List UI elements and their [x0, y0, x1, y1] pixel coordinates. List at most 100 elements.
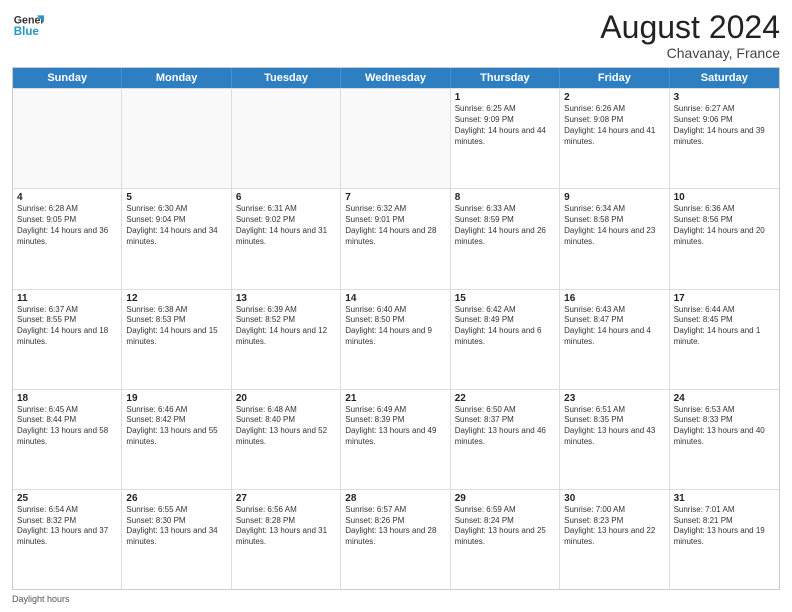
cell-text: Sunrise: 6:30 AMSunset: 9:04 PMDaylight:… [126, 204, 226, 247]
cell-text: Sunrise: 6:50 AMSunset: 8:37 PMDaylight:… [455, 405, 555, 448]
title-block: August 2024 Chavanay, France [600, 10, 780, 61]
cal-cell: 25Sunrise: 6:54 AMSunset: 8:32 PMDayligh… [13, 490, 122, 589]
cal-cell: 20Sunrise: 6:48 AMSunset: 8:40 PMDayligh… [232, 390, 341, 489]
cal-cell: 7Sunrise: 6:32 AMSunset: 9:01 PMDaylight… [341, 189, 450, 288]
day-number: 24 [674, 393, 775, 404]
cell-text: Sunrise: 6:26 AMSunset: 9:08 PMDaylight:… [564, 104, 664, 147]
day-number: 16 [564, 293, 664, 304]
cal-header-cell-wednesday: Wednesday [341, 68, 450, 88]
daylight-label: Daylight hours [12, 594, 70, 604]
cell-text: Sunrise: 6:37 AMSunset: 8:55 PMDaylight:… [17, 305, 117, 348]
cal-header-cell-saturday: Saturday [670, 68, 779, 88]
cell-text: Sunrise: 6:43 AMSunset: 8:47 PMDaylight:… [564, 305, 664, 348]
day-number: 10 [674, 192, 775, 203]
day-number: 18 [17, 393, 117, 404]
cal-cell: 31Sunrise: 7:01 AMSunset: 8:21 PMDayligh… [670, 490, 779, 589]
logo: General Blue General Blue [12, 10, 44, 42]
cell-text: Sunrise: 6:48 AMSunset: 8:40 PMDaylight:… [236, 405, 336, 448]
day-number: 21 [345, 393, 445, 404]
day-number: 7 [345, 192, 445, 203]
day-number: 31 [674, 493, 775, 504]
day-number: 11 [17, 293, 117, 304]
day-number: 15 [455, 293, 555, 304]
cell-text: Sunrise: 6:36 AMSunset: 8:56 PMDaylight:… [674, 204, 775, 247]
cell-text: Sunrise: 6:33 AMSunset: 8:59 PMDaylight:… [455, 204, 555, 247]
cal-cell: 15Sunrise: 6:42 AMSunset: 8:49 PMDayligh… [451, 290, 560, 389]
day-number: 1 [455, 92, 555, 103]
day-number: 23 [564, 393, 664, 404]
page: General Blue General Blue August 2024 Ch… [0, 0, 792, 612]
cal-row-1: 4Sunrise: 6:28 AMSunset: 9:05 PMDaylight… [13, 188, 779, 288]
cell-text: Sunrise: 6:42 AMSunset: 8:49 PMDaylight:… [455, 305, 555, 348]
day-number: 29 [455, 493, 555, 504]
cal-row-0: 1Sunrise: 6:25 AMSunset: 9:09 PMDaylight… [13, 88, 779, 188]
day-number: 8 [455, 192, 555, 203]
cell-text: Sunrise: 6:44 AMSunset: 8:45 PMDaylight:… [674, 305, 775, 348]
cal-cell: 28Sunrise: 6:57 AMSunset: 8:26 PMDayligh… [341, 490, 450, 589]
cell-text: Sunrise: 6:46 AMSunset: 8:42 PMDaylight:… [126, 405, 226, 448]
cell-text: Sunrise: 6:49 AMSunset: 8:39 PMDaylight:… [345, 405, 445, 448]
cal-cell: 22Sunrise: 6:50 AMSunset: 8:37 PMDayligh… [451, 390, 560, 489]
cal-cell: 30Sunrise: 7:00 AMSunset: 8:23 PMDayligh… [560, 490, 669, 589]
logo-icon: General Blue [12, 10, 44, 42]
cal-header-cell-friday: Friday [560, 68, 669, 88]
cal-cell: 12Sunrise: 6:38 AMSunset: 8:53 PMDayligh… [122, 290, 231, 389]
cal-cell: 24Sunrise: 6:53 AMSunset: 8:33 PMDayligh… [670, 390, 779, 489]
day-number: 20 [236, 393, 336, 404]
day-number: 14 [345, 293, 445, 304]
day-number: 9 [564, 192, 664, 203]
calendar: SundayMondayTuesdayWednesdayThursdayFrid… [12, 67, 780, 590]
cal-cell [122, 89, 231, 188]
cell-text: Sunrise: 6:32 AMSunset: 9:01 PMDaylight:… [345, 204, 445, 247]
day-number: 2 [564, 92, 664, 103]
cell-text: Sunrise: 6:51 AMSunset: 8:35 PMDaylight:… [564, 405, 664, 448]
calendar-header: SundayMondayTuesdayWednesdayThursdayFrid… [13, 68, 779, 88]
day-number: 26 [126, 493, 226, 504]
day-number: 27 [236, 493, 336, 504]
cal-row-3: 18Sunrise: 6:45 AMSunset: 8:44 PMDayligh… [13, 389, 779, 489]
cal-header-cell-tuesday: Tuesday [232, 68, 341, 88]
header: General Blue General Blue August 2024 Ch… [12, 10, 780, 61]
location: Chavanay, France [600, 45, 780, 61]
cal-cell: 1Sunrise: 6:25 AMSunset: 9:09 PMDaylight… [451, 89, 560, 188]
cell-text: Sunrise: 6:53 AMSunset: 8:33 PMDaylight:… [674, 405, 775, 448]
cal-cell: 6Sunrise: 6:31 AMSunset: 9:02 PMDaylight… [232, 189, 341, 288]
day-number: 25 [17, 493, 117, 504]
day-number: 13 [236, 293, 336, 304]
day-number: 22 [455, 393, 555, 404]
svg-text:Blue: Blue [14, 26, 40, 38]
cal-header-cell-sunday: Sunday [13, 68, 122, 88]
cal-cell [232, 89, 341, 188]
cell-text: Sunrise: 6:57 AMSunset: 8:26 PMDaylight:… [345, 505, 445, 548]
cal-cell [13, 89, 122, 188]
day-number: 3 [674, 92, 775, 103]
cal-cell: 3Sunrise: 6:27 AMSunset: 9:06 PMDaylight… [670, 89, 779, 188]
cell-text: Sunrise: 6:25 AMSunset: 9:09 PMDaylight:… [455, 104, 555, 147]
cal-cell: 21Sunrise: 6:49 AMSunset: 8:39 PMDayligh… [341, 390, 450, 489]
day-number: 17 [674, 293, 775, 304]
cal-cell: 5Sunrise: 6:30 AMSunset: 9:04 PMDaylight… [122, 189, 231, 288]
cal-cell: 14Sunrise: 6:40 AMSunset: 8:50 PMDayligh… [341, 290, 450, 389]
cell-text: Sunrise: 6:27 AMSunset: 9:06 PMDaylight:… [674, 104, 775, 147]
cal-cell: 19Sunrise: 6:46 AMSunset: 8:42 PMDayligh… [122, 390, 231, 489]
cell-text: Sunrise: 7:00 AMSunset: 8:23 PMDaylight:… [564, 505, 664, 548]
cell-text: Sunrise: 6:59 AMSunset: 8:24 PMDaylight:… [455, 505, 555, 548]
cell-text: Sunrise: 6:34 AMSunset: 8:58 PMDaylight:… [564, 204, 664, 247]
day-number: 4 [17, 192, 117, 203]
cal-cell: 8Sunrise: 6:33 AMSunset: 8:59 PMDaylight… [451, 189, 560, 288]
cell-text: Sunrise: 7:01 AMSunset: 8:21 PMDaylight:… [674, 505, 775, 548]
cal-cell: 16Sunrise: 6:43 AMSunset: 8:47 PMDayligh… [560, 290, 669, 389]
cal-cell: 27Sunrise: 6:56 AMSunset: 8:28 PMDayligh… [232, 490, 341, 589]
cal-cell: 13Sunrise: 6:39 AMSunset: 8:52 PMDayligh… [232, 290, 341, 389]
cal-cell: 11Sunrise: 6:37 AMSunset: 8:55 PMDayligh… [13, 290, 122, 389]
cell-text: Sunrise: 6:56 AMSunset: 8:28 PMDaylight:… [236, 505, 336, 548]
cal-cell: 4Sunrise: 6:28 AMSunset: 9:05 PMDaylight… [13, 189, 122, 288]
day-number: 19 [126, 393, 226, 404]
day-number: 6 [236, 192, 336, 203]
cal-row-2: 11Sunrise: 6:37 AMSunset: 8:55 PMDayligh… [13, 289, 779, 389]
day-number: 30 [564, 493, 664, 504]
cell-text: Sunrise: 6:39 AMSunset: 8:52 PMDaylight:… [236, 305, 336, 348]
cal-header-cell-thursday: Thursday [451, 68, 560, 88]
cal-cell: 10Sunrise: 6:36 AMSunset: 8:56 PMDayligh… [670, 189, 779, 288]
cell-text: Sunrise: 6:54 AMSunset: 8:32 PMDaylight:… [17, 505, 117, 548]
